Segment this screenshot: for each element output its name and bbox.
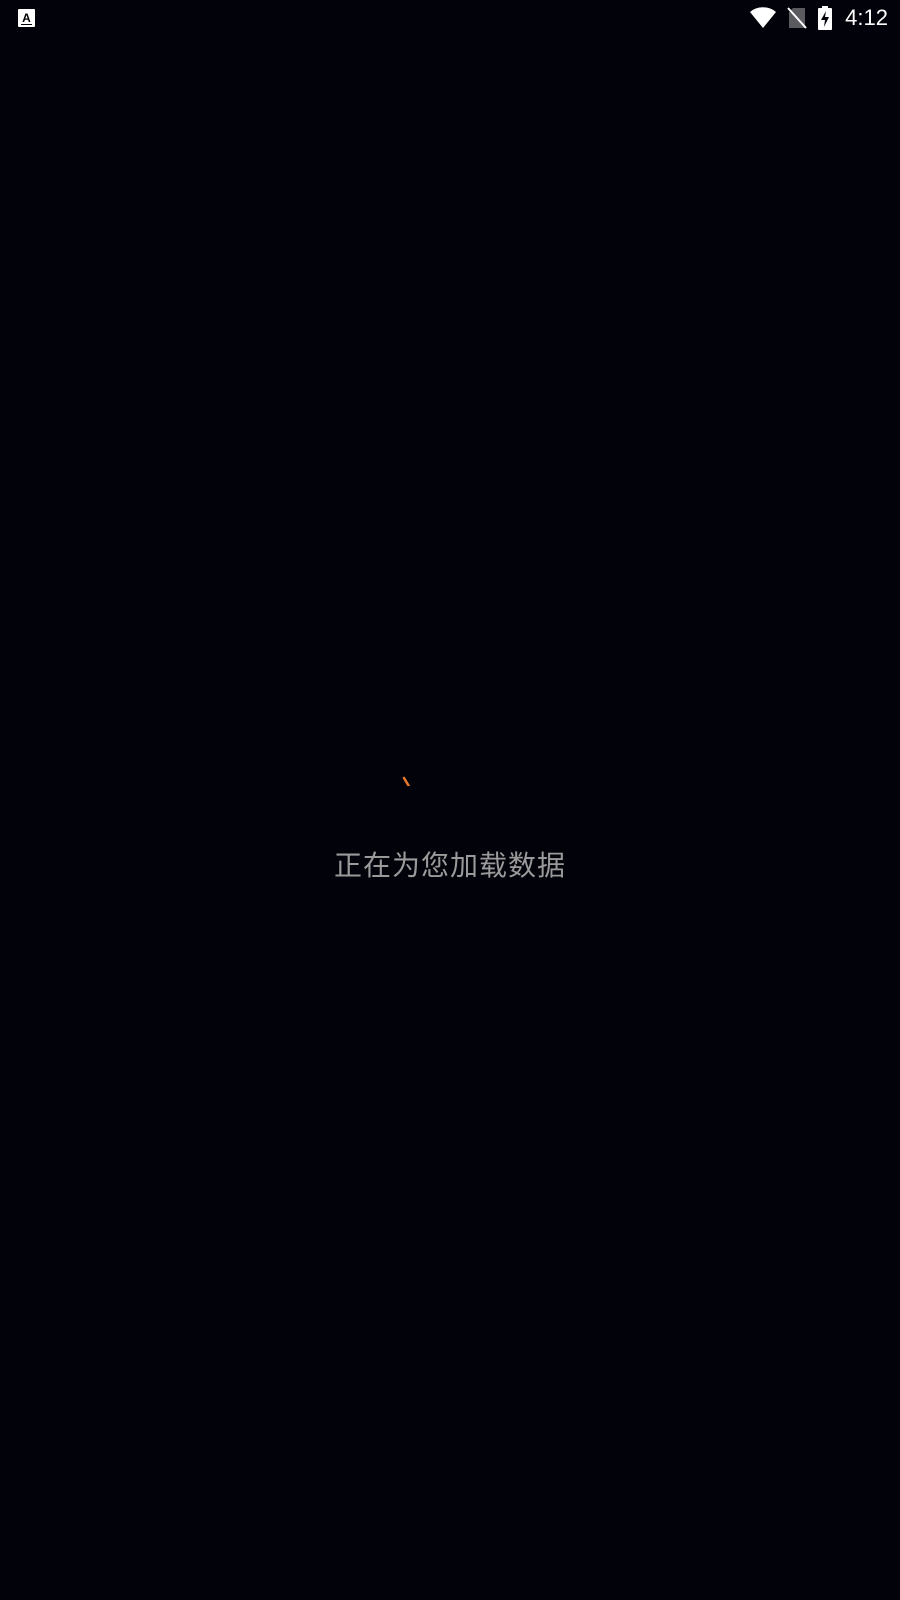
loading-spinner-icon — [402, 776, 411, 786]
loading-screen: 正在为您加载数据 — [0, 0, 900, 1600]
loading-message: 正在为您加载数据 — [333, 849, 566, 882]
